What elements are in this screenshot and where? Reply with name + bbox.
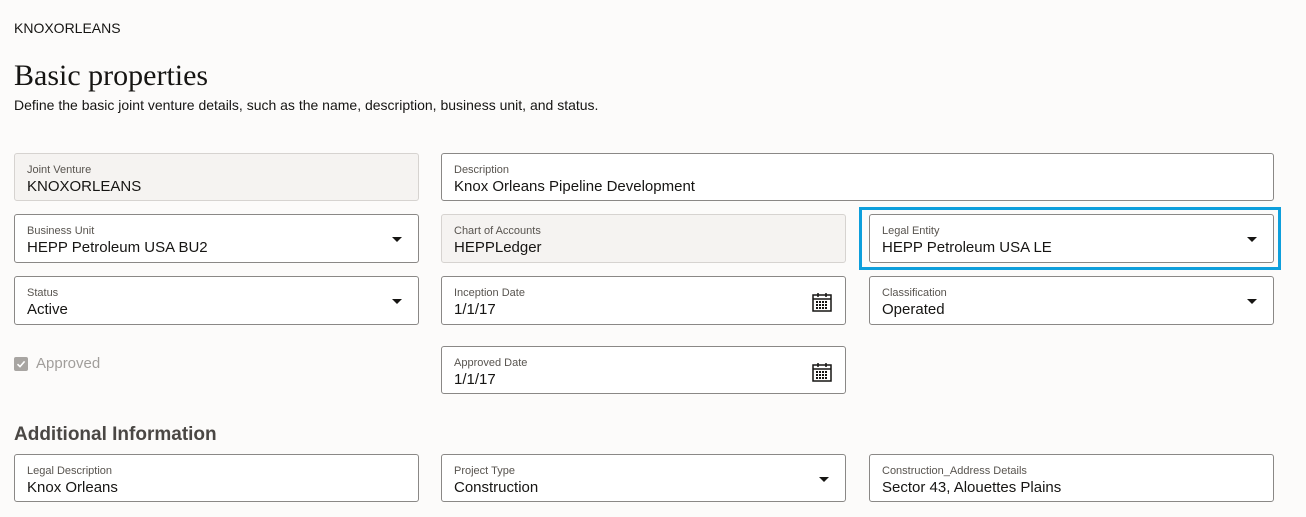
- chart-of-accounts-field: Chart of Accounts HEPPLedger: [441, 214, 846, 263]
- project-type-select[interactable]: Project Type Construction: [441, 454, 846, 502]
- business-unit-value: HEPP Petroleum USA BU2: [27, 239, 208, 256]
- approved-date-value[interactable]: 1/1/17: [454, 371, 496, 388]
- caret-down-icon[interactable]: [1247, 299, 1257, 304]
- calendar-icon[interactable]: [811, 291, 833, 313]
- classification-label: Classification: [882, 287, 947, 299]
- inception-date-label: Inception Date: [454, 287, 525, 299]
- project-type-label: Project Type: [454, 465, 515, 477]
- approved-date-field[interactable]: Approved Date 1/1/17: [441, 346, 846, 394]
- breadcrumb: KNOXORLEANS: [14, 20, 121, 36]
- status-label: Status: [27, 287, 59, 299]
- description-value[interactable]: Knox Orleans Pipeline Development: [454, 178, 695, 195]
- chart-of-accounts-label: Chart of Accounts: [454, 225, 541, 237]
- calendar-icon[interactable]: [811, 361, 833, 383]
- status-select[interactable]: Status Active: [14, 276, 419, 325]
- inception-date-value[interactable]: 1/1/17: [454, 301, 496, 318]
- description-label: Description: [454, 164, 510, 176]
- page-description: Define the basic joint venture details, …: [14, 97, 599, 113]
- legal-description-value[interactable]: Knox Orleans: [27, 479, 118, 496]
- classification-select[interactable]: Classification Operated: [869, 276, 1274, 325]
- legal-description-label: Legal Description: [27, 465, 112, 477]
- classification-value: Operated: [882, 301, 945, 318]
- caret-down-icon[interactable]: [392, 237, 402, 242]
- additional-information-heading: Additional Information: [14, 424, 217, 445]
- chart-of-accounts-value: HEPPLedger: [454, 239, 542, 256]
- checkmark-icon[interactable]: [14, 356, 28, 371]
- caret-down-icon[interactable]: [819, 477, 829, 482]
- construction-address-field[interactable]: Construction_Address Details Sector 43, …: [869, 454, 1274, 502]
- page-title: Basic properties: [14, 59, 209, 92]
- approved-checkbox[interactable]: Approved: [14, 355, 100, 372]
- construction-address-label: Construction_Address Details: [882, 465, 1027, 477]
- joint-venture-label: Joint Venture: [27, 164, 92, 176]
- status-value: Active: [27, 301, 68, 318]
- legal-entity-highlight: [859, 207, 1281, 270]
- approved-date-label: Approved Date: [454, 357, 528, 369]
- business-unit-select[interactable]: Business Unit HEPP Petroleum USA BU2: [14, 214, 419, 263]
- description-field[interactable]: Description Knox Orleans Pipeline Develo…: [441, 153, 1274, 201]
- approved-label: Approved: [36, 355, 101, 372]
- joint-venture-field: Joint Venture KNOXORLEANS: [14, 153, 419, 201]
- legal-description-field[interactable]: Legal Description Knox Orleans: [14, 454, 419, 502]
- inception-date-field[interactable]: Inception Date 1/1/17: [441, 276, 846, 325]
- business-unit-label: Business Unit: [27, 225, 95, 237]
- project-type-value: Construction: [454, 479, 539, 496]
- construction-address-value[interactable]: Sector 43, Alouettes Plains: [882, 479, 1061, 496]
- caret-down-icon[interactable]: [392, 299, 402, 304]
- joint-venture-value: KNOXORLEANS: [27, 178, 142, 195]
